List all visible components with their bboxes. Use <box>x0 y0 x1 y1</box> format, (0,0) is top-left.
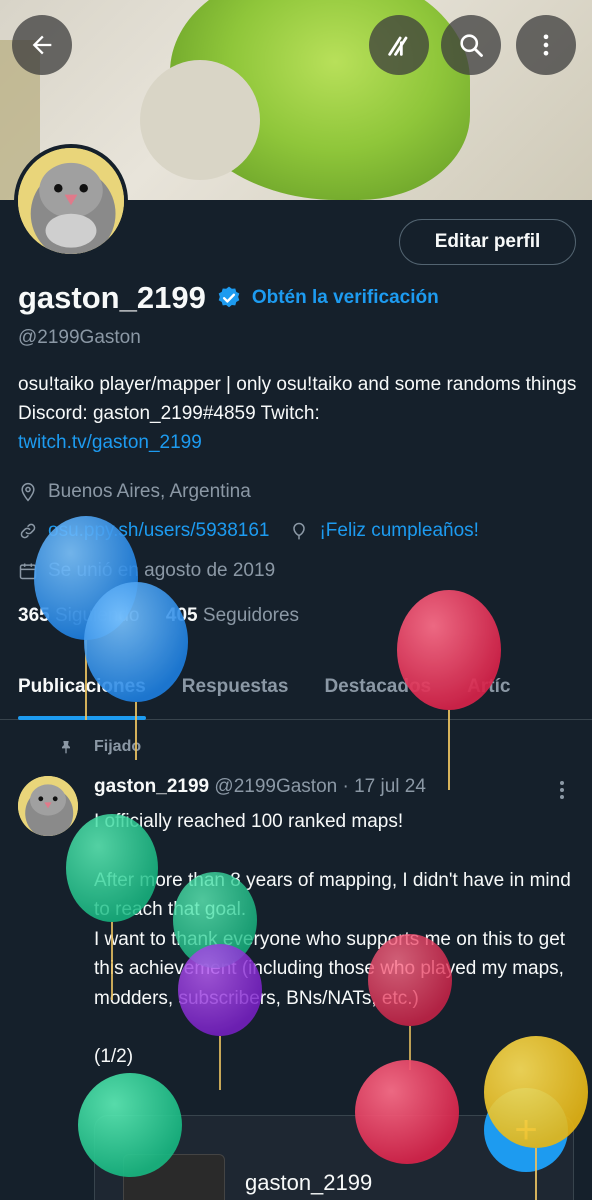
profile-handle: @2199Gaston <box>18 327 141 348</box>
profile-bio: osu!taiko player/mapper | only osu!taiko… <box>18 370 578 457</box>
location-text: Buenos Aires, Argentina <box>48 481 251 502</box>
bird-avatar-image <box>18 776 78 836</box>
tab-publicaciones[interactable]: Publicaciones <box>18 660 146 720</box>
tweet-line-1: I officially reached 100 ranked maps! <box>94 811 404 832</box>
display-name: gaston_2199 <box>18 280 206 315</box>
bio-text: osu!taiko player/mapper | only osu!taiko… <box>18 374 577 424</box>
tab-label: Respuestas <box>181 676 289 697</box>
tab-destacados[interactable]: Destacados <box>324 660 431 719</box>
profile-avatar[interactable] <box>14 144 128 258</box>
bird-avatar-image <box>18 148 124 254</box>
followers-link[interactable]: 405 Seguidores <box>166 605 299 626</box>
quote-thumbnail <box>123 1154 225 1200</box>
compose-post-button[interactable]: + <box>484 1088 568 1172</box>
tweet-header: gaston_2199 @2199Gaston · 17 jul 24 <box>94 776 426 798</box>
calendar-icon <box>19 563 37 580</box>
link-icon <box>20 523 36 539</box>
tweet-author-name[interactable]: gaston_2199 <box>94 776 209 797</box>
tab-label: Artíc <box>467 676 511 697</box>
profile-tabs: Publicaciones Respuestas Destacados Artí… <box>0 660 592 720</box>
more-vertical-icon <box>543 34 549 56</box>
banner-light-shape <box>140 60 260 180</box>
grok-icon <box>388 36 408 56</box>
arrow-left-icon <box>32 35 52 55</box>
grok-button[interactable] <box>369 15 429 75</box>
joined-text: Se unió en agosto de 2019 <box>48 560 276 581</box>
website-row: osu.ppy.sh/users/5938161 ¡Feliz cumpleañ… <box>18 520 479 542</box>
pinned-label: Fijado <box>94 738 142 755</box>
tab-articulos[interactable]: Artíc <box>467 660 510 719</box>
bio-twitch-link[interactable]: twitch.tv/gaston_2199 <box>18 432 202 453</box>
tab-label: Publicaciones <box>18 676 146 697</box>
quote-author-name: gaston_2199 <box>245 1170 373 1195</box>
tab-label: Destacados <box>324 676 432 697</box>
tweet-paragraph-3: I want to thank everyone who supports me… <box>94 928 566 1009</box>
tweet-author-avatar[interactable] <box>18 776 78 836</box>
name-row: gaston_2199 Obtén la verificación <box>18 280 439 316</box>
location-row: Buenos Aires, Argentina <box>18 481 251 503</box>
pinned-indicator: Fijado <box>58 738 141 756</box>
balloon-icon <box>293 522 306 540</box>
get-verified-link[interactable]: Obtén la verificación <box>252 287 439 309</box>
tab-respuestas[interactable]: Respuestas <box>182 660 289 719</box>
back-button[interactable] <box>12 15 72 75</box>
following-count: 365 <box>18 605 50 626</box>
birthday-link[interactable]: ¡Feliz cumpleaños! <box>319 520 478 542</box>
more-options-button[interactable] <box>516 15 576 75</box>
tweet-thread-count: (1/2) <box>94 1046 134 1067</box>
edit-profile-button[interactable]: Editar perfil <box>399 219 576 265</box>
followers-label: Seguidores <box>202 605 300 626</box>
joined-row: Se unió en agosto de 2019 <box>18 560 275 582</box>
following-label: Siguiendo <box>54 605 140 626</box>
verified-badge-icon[interactable] <box>216 285 242 311</box>
website-link[interactable]: osu.ppy.sh/users/5938161 <box>48 520 269 542</box>
follow-counts: 365 Siguiendo 405 Seguidores <box>18 605 299 627</box>
pin-icon <box>62 741 70 754</box>
search-button[interactable] <box>441 15 501 75</box>
following-link[interactable]: 365 Siguiendo <box>18 605 140 626</box>
tweet-handle-date: @2199Gaston · 17 jul 24 <box>214 776 426 797</box>
active-tab-indicator <box>18 716 146 720</box>
tweet-more-icon[interactable] <box>552 778 572 802</box>
tweet-paragraph-2: After more than 8 years of mapping, I di… <box>94 869 571 921</box>
followers-count: 405 <box>165 605 198 626</box>
search-icon <box>460 34 483 57</box>
location-pin-icon <box>21 482 35 502</box>
tweet-text: I officially reached 100 ranked maps! Af… <box>94 807 574 1072</box>
